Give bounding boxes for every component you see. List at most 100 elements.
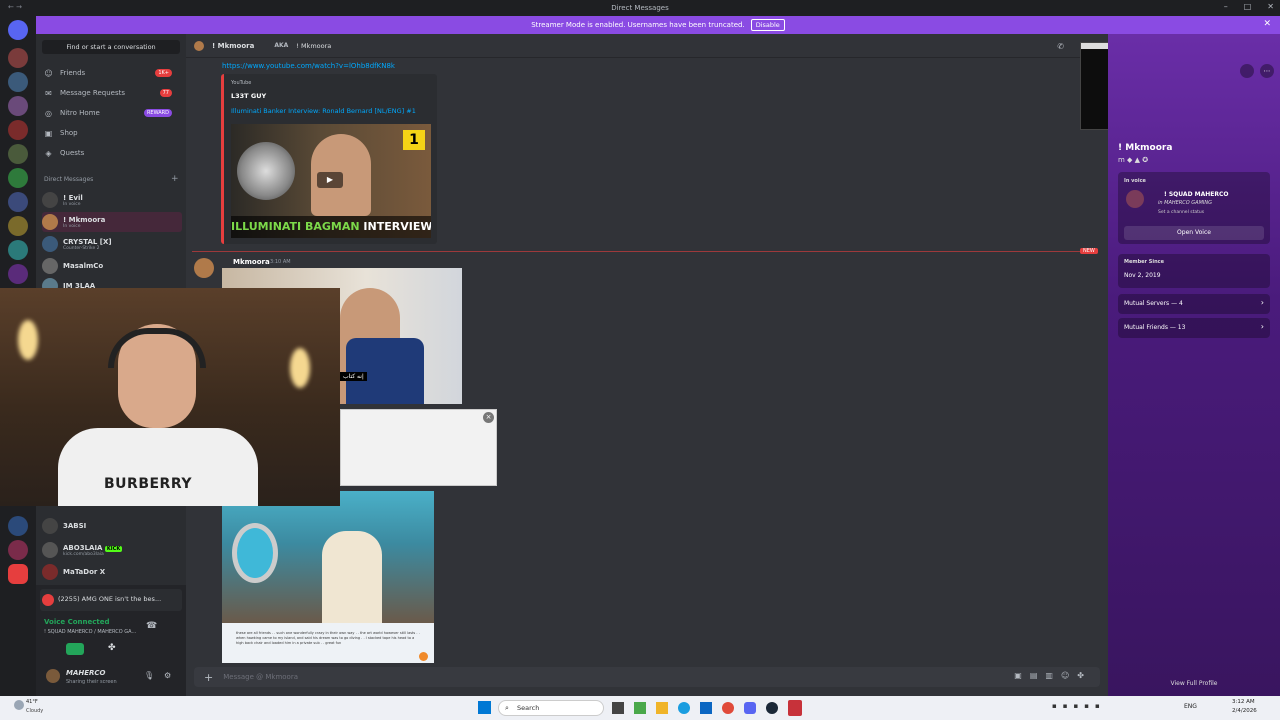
view-full-profile-link[interactable]: View Full Profile — [1108, 680, 1280, 687]
embed-title[interactable]: Illuminati Banker Interview: Ronald Bern… — [231, 107, 416, 115]
clock-date[interactable]: 2/4/2026 — [1232, 708, 1257, 714]
server-icon[interactable] — [8, 540, 28, 560]
friends-icon: ☺ — [44, 68, 53, 78]
disconnect-icon[interactable]: ☎ — [146, 621, 157, 631]
dm-item-active[interactable]: ! Mkmoora In voice — [42, 212, 182, 232]
message-avatar[interactable] — [194, 258, 214, 278]
more-icon[interactable]: ⋯ — [1260, 64, 1274, 78]
store-icon[interactable] — [700, 702, 712, 714]
message-composer[interactable]: + Message @ Mkmoora ▣▤▥☺✤ — [194, 667, 1100, 687]
activity-card[interactable]: (2255) AMG ONE isn't the bes... — [40, 589, 182, 611]
windows-start-icon[interactable] — [478, 701, 491, 714]
server-icon[interactable] — [8, 96, 28, 116]
server-icon[interactable] — [8, 192, 28, 212]
embed-author[interactable]: L33T GUY — [231, 92, 266, 100]
discord-home-icon[interactable] — [8, 20, 28, 40]
server-icon[interactable] — [8, 144, 28, 164]
maximize-icon[interactable]: □ — [1244, 2, 1252, 11]
discord-icon[interactable] — [744, 702, 756, 714]
nav-nitro-home[interactable]: ◎ Nitro Home REWARD — [44, 106, 178, 120]
blank-image-attachment[interactable]: × — [340, 409, 497, 486]
dm-item[interactable]: MaTaDor X — [42, 562, 182, 582]
task-view-icon[interactable] — [612, 702, 624, 714]
dm-name: CRYSTAL [X] — [63, 237, 112, 246]
avatar — [42, 564, 58, 580]
edge-icon[interactable] — [678, 702, 690, 714]
server-icon[interactable] — [8, 168, 28, 188]
voice-channel[interactable]: ! SQUAD MAHERCO / MAHERCO GA... — [44, 629, 136, 635]
dm-item[interactable]: ! Evil In voice — [42, 190, 182, 210]
app-icon[interactable] — [634, 702, 646, 714]
weather-icon[interactable] — [14, 700, 24, 710]
server-icon[interactable] — [8, 48, 28, 68]
user-avatar[interactable] — [46, 669, 60, 683]
close-attachment-icon[interactable]: × — [483, 412, 494, 423]
close-banner-icon[interactable]: ✕ — [1263, 19, 1271, 29]
avatar — [419, 652, 428, 661]
settings-icon[interactable]: ⚙ — [164, 671, 171, 680]
server-icon[interactable] — [8, 72, 28, 92]
clock-time[interactable]: 3:12 AM — [1232, 699, 1255, 705]
server-icon[interactable] — [8, 120, 28, 140]
nav-label: Shop — [60, 129, 78, 137]
message-author[interactable]: Mkmoora — [233, 258, 270, 266]
close-window-icon[interactable]: ✕ — [1267, 2, 1274, 11]
screenshot-text-attachment[interactable]: these are all friends . . such one wonde… — [222, 623, 434, 663]
shop-icon: ▣ — [44, 128, 53, 138]
new-server-icon[interactable] — [8, 564, 28, 584]
dm-item[interactable]: CRYSTAL [X] Counter-Strike 2 — [42, 234, 182, 254]
server-icon[interactable] — [8, 516, 28, 536]
tray-icons[interactable]: ▪▪▪▪▪ — [1052, 702, 1132, 714]
file-explorer-icon[interactable] — [656, 702, 668, 714]
message-link[interactable]: https://www.youtube.com/watch?v=lOhb8dfK… — [222, 62, 395, 70]
voice-server-sub: in MAHERCO GAMING — [1158, 200, 1212, 206]
voice-channel-status[interactable]: Set a channel status — [1158, 210, 1204, 215]
add-friend-icon[interactable] — [1240, 64, 1254, 78]
nav-label: Message Requests — [60, 89, 125, 97]
composer-tools-icon[interactable]: ▣▤▥☺✤ — [1014, 671, 1092, 680]
dm-name: ! Mkmoora — [63, 215, 106, 224]
steam-icon[interactable] — [766, 702, 778, 714]
add-dm-icon[interactable]: + — [171, 174, 179, 184]
voice-card: In voice ! SQUAD MAHERCO in MAHERCO GAMI… — [1118, 172, 1270, 244]
mutual-friends-row[interactable]: Mutual Friends — 13 › — [1118, 318, 1270, 338]
nav-shop[interactable]: ▣ Shop — [44, 126, 178, 140]
disable-streamer-button[interactable]: Disable — [750, 19, 785, 31]
activities-icon[interactable]: ✤ — [108, 643, 116, 653]
dm-item[interactable]: 3ABSI — [42, 516, 182, 536]
dm-item[interactable]: MasalmCo — [42, 256, 182, 276]
obs-icon[interactable] — [788, 700, 802, 716]
mutual-servers-row[interactable]: Mutual Servers — 4 › — [1118, 294, 1270, 314]
friends-badge: 1K+ — [155, 69, 172, 77]
server-icon[interactable] — [8, 264, 28, 284]
chevron-right-icon: › — [1260, 298, 1264, 307]
illuminati-seal-image — [237, 142, 295, 200]
weather-desc: Cloudy — [26, 708, 44, 714]
camera-button[interactable] — [66, 643, 84, 655]
dm-search-input[interactable]: Find or start a conversation — [42, 40, 180, 54]
taskbar-search[interactable]: ⌕ Search — [498, 700, 604, 716]
dm-item[interactable]: ABO3LAIA KICK kick.com/abo3laia — [42, 540, 182, 560]
language-indicator[interactable]: ENG — [1184, 703, 1197, 710]
member-since-label: Member Since — [1124, 259, 1164, 265]
member-since-date: Nov 2, 2019 — [1124, 272, 1161, 279]
dm-name: MasalmCo — [63, 262, 104, 270]
nav-quests[interactable]: ◈ Quests — [44, 146, 178, 160]
chrome-icon[interactable] — [722, 702, 734, 714]
video-thumbnail[interactable]: 1 ▶ ILLUMINATI BAGMAN INTERVIEW — [231, 124, 431, 238]
nav-message-requests[interactable]: ✉ Message Requests 77 — [44, 86, 178, 100]
requests-badge: 77 — [159, 89, 172, 97]
nav-arrows[interactable]: ← → — [8, 3, 22, 11]
nav-friends[interactable]: ☺ Friends 1K+ — [44, 66, 178, 80]
username: MAHERCO — [66, 669, 106, 677]
submarine-photo[interactable] — [222, 491, 434, 623]
add-attachment-icon[interactable]: + — [204, 671, 213, 684]
mic-icon[interactable]: 🎙 — [144, 671, 154, 680]
speaker-suit-image — [346, 338, 424, 404]
open-voice-button[interactable]: Open Voice — [1124, 226, 1264, 240]
call-icon[interactable]: ✆ — [1057, 42, 1064, 51]
play-icon[interactable]: ▶ — [317, 172, 343, 188]
server-icon[interactable] — [8, 216, 28, 236]
minimize-icon[interactable]: – — [1224, 2, 1228, 11]
server-icon[interactable] — [8, 240, 28, 260]
